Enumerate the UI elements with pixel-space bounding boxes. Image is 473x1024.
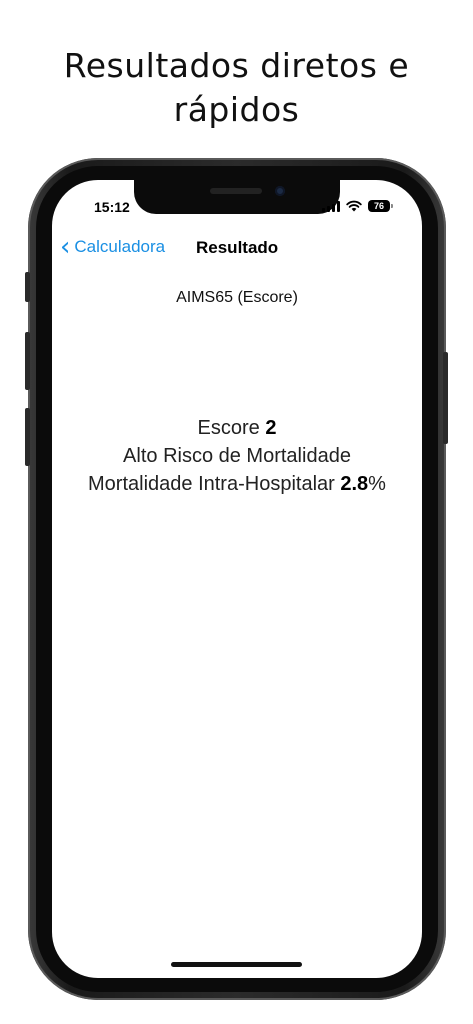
volume-up-button — [25, 332, 30, 390]
mute-switch — [25, 272, 30, 302]
promo-headline: Resultados diretos e rápidos — [0, 44, 473, 132]
volume-down-button — [25, 408, 30, 466]
home-indicator[interactable] — [171, 962, 302, 967]
back-button-label: Calculadora — [74, 237, 166, 256]
front-camera — [275, 186, 285, 196]
calculator-name: AIMS65 (Escore) — [176, 289, 298, 306]
battery-icon: 76 — [368, 200, 393, 212]
headline-line-1: Resultados diretos e — [63, 46, 410, 85]
wifi-icon — [346, 200, 362, 212]
headline-line-2: rápidos — [173, 90, 300, 129]
notch — [134, 180, 340, 214]
result-block: Escore 2 Alto Risco de Mortalidade Morta… — [52, 414, 422, 498]
status-icons: 76 — [322, 200, 393, 212]
cellular-signal-icon — [322, 200, 340, 212]
mortality-unit: % — [368, 473, 386, 495]
score-label: Escore — [197, 417, 266, 439]
mortality-label: Mortalidade Intra-Hospitalar — [88, 473, 341, 495]
back-button[interactable]: ‹ Calculadora — [60, 232, 166, 262]
score-value: 2 — [265, 417, 277, 439]
status-time: 15:12 — [94, 199, 130, 215]
nav-title: Resultado — [196, 238, 279, 257]
mortality-line: Mortalidade Intra-Hospitalar 2.8% — [52, 470, 422, 498]
power-button — [443, 352, 448, 444]
chevron-left-icon: ‹ — [60, 232, 71, 262]
risk-text: Alto Risco de Mortalidade — [123, 445, 351, 467]
promo-page: Resultados diretos e rápidos 15:12 76 ‹ … — [0, 0, 473, 1024]
mortality-value: 2.8 — [340, 473, 369, 495]
score-line: Escore 2 — [52, 414, 422, 442]
speaker-grille — [210, 188, 262, 194]
